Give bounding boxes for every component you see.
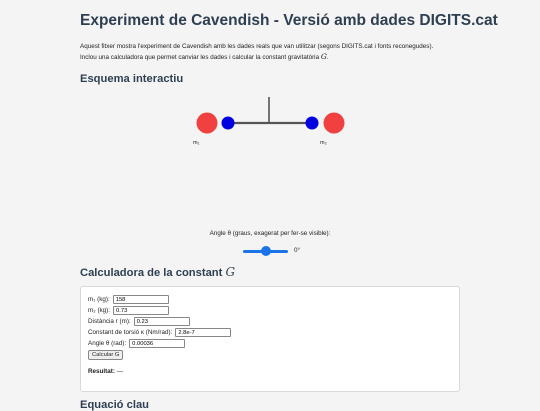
intro-line-2-end: . (326, 54, 329, 61)
schema-heading: Esquema interactiu (80, 73, 184, 85)
intro-paragraph: Aquest fitxer mostra l'experiment de Cav… (80, 42, 490, 63)
calculator-g-symbol: G (225, 265, 236, 279)
m2-input[interactable] (113, 306, 170, 315)
calculator-card: m₁ (kg): m₂ (kg): Distància r (m): Const… (80, 286, 460, 392)
key-equation-heading: Equació clau (80, 399, 150, 411)
torsion-label: Constant de torsió κ (Nm/rad): (88, 329, 173, 337)
distance-row: Distància r (m): (88, 317, 190, 326)
angle-rad-row: Angle θ (rad): (88, 339, 186, 348)
result-label: Resultat: (88, 368, 115, 375)
label-m1: m₁ (193, 140, 200, 146)
page-title: Experiment de Cavendish - Versió amb dad… (80, 12, 498, 29)
angle-label: Angle θ (graus, exagerat per fer-se visi… (209, 230, 331, 237)
distance-label: Distància r (m): (88, 318, 131, 326)
result-value: — (116, 368, 123, 375)
angle-value: 0° (294, 247, 301, 254)
small-mass-left (221, 116, 235, 130)
distance-input[interactable] (133, 317, 190, 326)
m2-row: m₂ (kg): (88, 306, 170, 315)
large-mass-right (323, 112, 345, 134)
page: Experiment de Cavendish - Versió amb dad… (0, 0, 540, 411)
calculator-heading-text: Calculadora de la constant (80, 267, 226, 279)
torsion-input[interactable] (175, 328, 232, 337)
angle-rad-label: Angle θ (rad): (88, 340, 127, 348)
angle-slider-thumb[interactable] (260, 246, 271, 256)
large-mass-left (196, 112, 218, 134)
angle-slider-row: 0° (0, 246, 540, 258)
calculate-g-button[interactable]: Calcular G (88, 350, 124, 360)
m1-label: m₁ (kg): (88, 296, 110, 304)
small-mass-right (305, 116, 319, 130)
m1-row: m₁ (kg): (88, 295, 169, 304)
intro-line-1: Aquest fitxer mostra l'experiment de Cav… (80, 43, 434, 50)
torsion-row: Constant de torsió κ (Nm/rad): (88, 328, 232, 337)
m1-input[interactable] (112, 295, 169, 304)
label-m2: m₂ (320, 140, 327, 146)
cavendish-diagram: m₁ m₂ (193, 97, 345, 146)
intro-line-2: Inclou una calculadora que permet canvia… (80, 54, 321, 61)
m2-label: m₂ (kg): (88, 307, 111, 315)
angle-rad-input[interactable] (129, 339, 186, 348)
result-row: Resultat: — (88, 368, 123, 375)
calculator-heading: Calculadora de la constant G (80, 265, 235, 279)
